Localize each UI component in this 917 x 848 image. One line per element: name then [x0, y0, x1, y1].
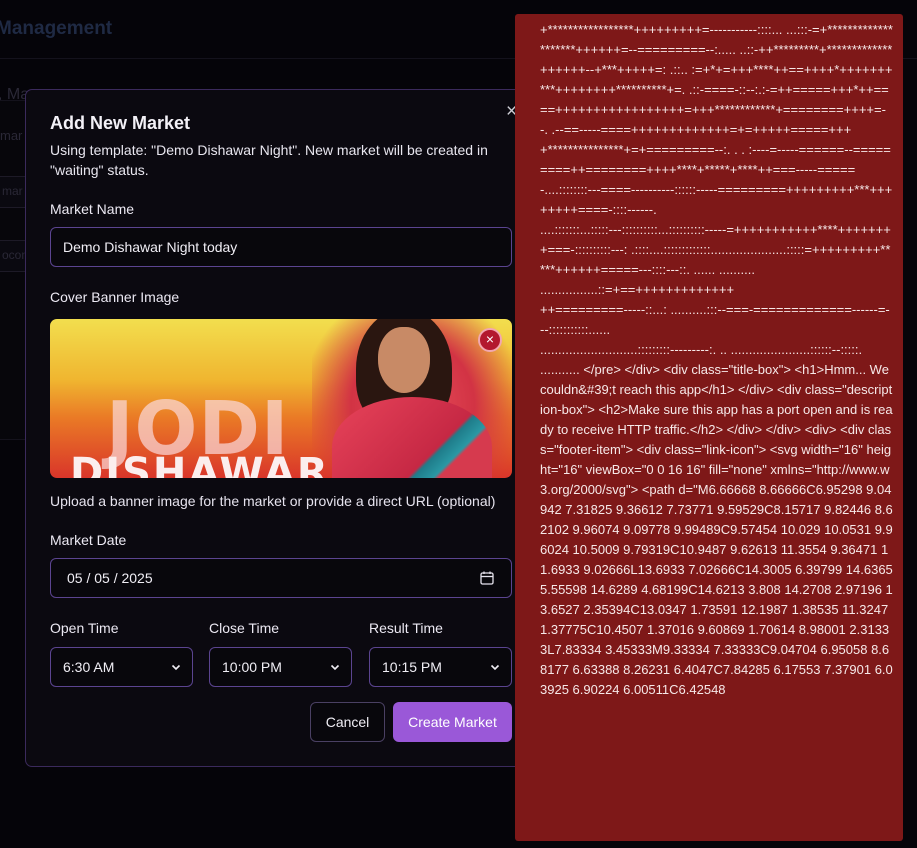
open-time-value: 6:30 AM — [63, 659, 115, 675]
background-label: mar — [2, 184, 23, 198]
calendar-icon[interactable] — [479, 570, 495, 586]
close-time-select[interactable]: 10:00 PM — [209, 647, 352, 687]
create-market-button[interactable]: Create Market — [393, 702, 512, 742]
error-overlay[interactable]: +*****************+++++++++=-----------:… — [515, 14, 903, 841]
chevron-down-icon — [171, 664, 181, 671]
chevron-down-icon — [330, 664, 340, 671]
banner-text-dishawar: DISHAWAR — [70, 450, 330, 478]
error-source-text: +*****************+++++++++=-----------:… — [540, 22, 893, 697]
result-time-select[interactable]: 10:15 PM — [369, 647, 512, 687]
market-date-label: Market Date — [50, 532, 127, 548]
market-date-value: 05 / 05 / 2025 — [67, 570, 153, 586]
banner-help-text: Upload a banner image for the market or … — [50, 493, 496, 509]
open-time-select[interactable]: 6:30 AM — [50, 647, 193, 687]
cancel-button[interactable]: Cancel — [310, 702, 385, 742]
market-name-value: Demo Dishawar Night today — [63, 239, 238, 255]
cover-banner-image: JODI DISHAWAR × — [50, 319, 512, 478]
page-title: Management — [0, 18, 113, 39]
banner-figure-face — [378, 327, 430, 393]
open-time-label: Open Time — [50, 620, 119, 636]
cover-banner-label: Cover Banner Image — [50, 289, 180, 305]
background-label: mar — [0, 128, 23, 143]
market-name-label: Market Name — [50, 201, 135, 217]
dialog-title: Add New Market — [50, 113, 191, 133]
chevron-down-icon — [490, 664, 500, 671]
remove-banner-icon[interactable]: × — [478, 328, 502, 352]
result-time-value: 10:15 PM — [382, 659, 442, 675]
add-market-dialog: × Add New Market Using template: "Demo D… — [25, 89, 531, 767]
close-time-value: 10:00 PM — [222, 659, 282, 675]
close-time-label: Close Time — [209, 620, 280, 636]
dialog-description: Using template: "Demo Dishawar Night". N… — [50, 142, 488, 178]
market-name-input[interactable]: Demo Dishawar Night today — [50, 227, 512, 267]
result-time-label: Result Time — [369, 620, 443, 636]
market-date-input[interactable]: 05 / 05 / 2025 — [50, 558, 512, 598]
